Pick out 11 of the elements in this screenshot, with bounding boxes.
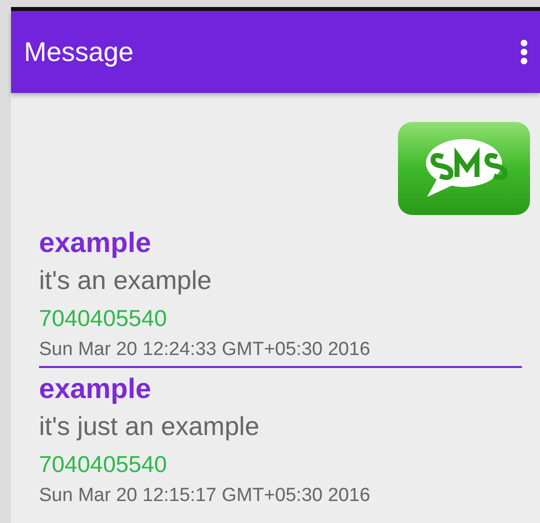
message-text: it's an example: [39, 264, 212, 297]
message-date: Sun Mar 20 12:24:33 GMT+05:30 2016: [39, 338, 370, 362]
message-date: Sun Mar 20 12:15:17 GMT+05:30 2016: [39, 484, 370, 508]
sms-bubble-icon: [397, 121, 531, 216]
sender-name: example: [39, 372, 152, 406]
more-options-icon[interactable]: [520, 39, 528, 65]
phone-number: 7040405540: [39, 450, 167, 479]
phone-number: 7040405540: [39, 304, 167, 333]
app-title: Message: [24, 36, 134, 69]
sender-name: example: [39, 226, 152, 260]
message-text: it's just an example: [39, 410, 260, 443]
